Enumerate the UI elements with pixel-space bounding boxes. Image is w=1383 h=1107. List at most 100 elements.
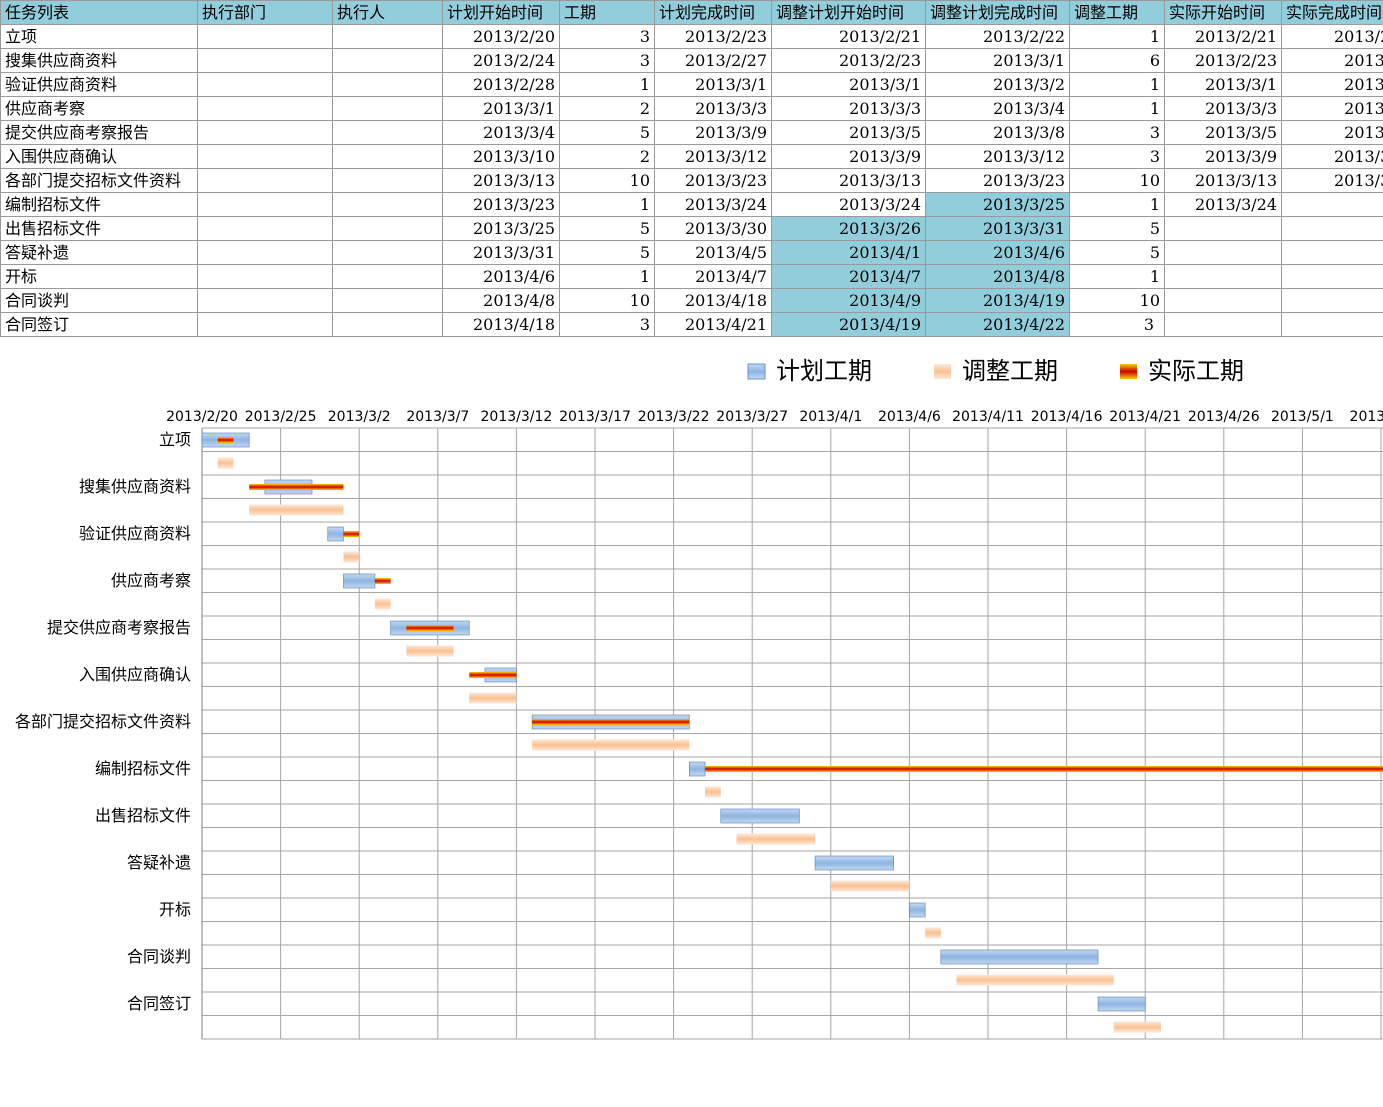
cell-adj-start[interactable]: 2013/3/1 — [771, 72, 926, 97]
cell-duration[interactable]: 3 — [559, 48, 655, 73]
cell-adj-start[interactable]: 2013/3/9 — [771, 144, 926, 169]
cell-adj-duration[interactable]: 3 — [1069, 312, 1165, 337]
cell-task[interactable]: 供应商考察 — [0, 96, 198, 121]
cell-adj-duration[interactable]: 10 — [1069, 168, 1165, 193]
column-header[interactable]: 任务列表 — [0, 0, 198, 25]
column-header[interactable]: 调整计划开始时间 — [771, 0, 926, 25]
cell-dept[interactable] — [197, 168, 333, 193]
cell-owner[interactable] — [332, 288, 443, 313]
column-header[interactable]: 实际完成时间 — [1281, 0, 1383, 25]
cell-adj-start[interactable]: 2013/3/24 — [771, 192, 926, 217]
column-header[interactable]: 执行人 — [332, 0, 443, 25]
cell-adj-start[interactable]: 2013/3/26 — [771, 216, 926, 241]
cell-act-start[interactable]: 2013/2/21 — [1164, 24, 1282, 49]
column-header[interactable]: 工期 — [559, 0, 655, 25]
cell-plan-end[interactable]: 2013/4/18 — [654, 288, 772, 313]
cell-duration[interactable]: 1 — [559, 264, 655, 289]
cell-adj-end[interactable]: 2013/3/4 — [925, 96, 1070, 121]
cell-dept[interactable] — [197, 48, 333, 73]
cell-task[interactable]: 出售招标文件 — [0, 216, 198, 241]
cell-owner[interactable] — [332, 264, 443, 289]
cell-adj-start[interactable]: 2013/3/5 — [771, 120, 926, 145]
cell-act-end[interactable] — [1281, 192, 1383, 217]
cell-adj-end[interactable]: 2013/4/8 — [925, 264, 1070, 289]
cell-plan-start[interactable]: 2013/3/31 — [442, 240, 560, 265]
cell-plan-start[interactable]: 2013/4/6 — [442, 264, 560, 289]
cell-act-start[interactable] — [1164, 240, 1282, 265]
cell-owner[interactable] — [332, 48, 443, 73]
cell-plan-end[interactable]: 2013/3/3 — [654, 96, 772, 121]
cell-plan-start[interactable]: 2013/2/28 — [442, 72, 560, 97]
cell-task[interactable]: 开标 — [0, 264, 198, 289]
cell-plan-end[interactable]: 2013/4/21 — [654, 312, 772, 337]
cell-plan-end[interactable]: 2013/3/24 — [654, 192, 772, 217]
cell-dept[interactable] — [197, 288, 333, 313]
cell-act-end[interactable]: 2013/3/1 — [1281, 48, 1383, 73]
cell-adj-end[interactable]: 2013/3/12 — [925, 144, 1070, 169]
cell-act-end[interactable] — [1281, 216, 1383, 241]
cell-adj-end[interactable]: 2013/3/8 — [925, 120, 1070, 145]
cell-task[interactable]: 提交供应商考察报告 — [0, 120, 198, 145]
cell-adj-end[interactable]: 2013/4/6 — [925, 240, 1070, 265]
cell-owner[interactable] — [332, 240, 443, 265]
cell-adj-end[interactable]: 2013/3/31 — [925, 216, 1070, 241]
cell-adj-start[interactable]: 2013/3/3 — [771, 96, 926, 121]
cell-act-start[interactable]: 2013/3/13 — [1164, 168, 1282, 193]
cell-adj-end[interactable]: 2013/3/1 — [925, 48, 1070, 73]
cell-duration[interactable]: 10 — [559, 168, 655, 193]
cell-owner[interactable] — [332, 192, 443, 217]
cell-plan-end[interactable]: 2013/3/23 — [654, 168, 772, 193]
cell-task[interactable]: 验证供应商资料 — [0, 72, 198, 97]
cell-plan-start[interactable]: 2013/3/4 — [442, 120, 560, 145]
cell-adj-start[interactable]: 2013/3/13 — [771, 168, 926, 193]
cell-task[interactable]: 搜集供应商资料 — [0, 48, 198, 73]
cell-task[interactable]: 立项 — [0, 24, 198, 49]
cell-act-start[interactable]: 2013/2/23 — [1164, 48, 1282, 73]
cell-adj-duration[interactable]: 3 — [1069, 144, 1165, 169]
cell-plan-end[interactable]: 2013/4/7 — [654, 264, 772, 289]
cell-duration[interactable]: 3 — [559, 24, 655, 49]
cell-dept[interactable] — [197, 240, 333, 265]
cell-act-end[interactable]: 2013/3/2 — [1281, 72, 1383, 97]
cell-plan-start[interactable]: 2013/2/24 — [442, 48, 560, 73]
cell-act-end[interactable] — [1281, 240, 1383, 265]
cell-owner[interactable] — [332, 72, 443, 97]
cell-adj-duration[interactable]: 1 — [1069, 24, 1165, 49]
cell-dept[interactable] — [197, 72, 333, 97]
cell-owner[interactable] — [332, 24, 443, 49]
cell-act-end[interactable]: 2013/3/23 — [1281, 168, 1383, 193]
cell-task[interactable]: 答疑补遗 — [0, 240, 198, 265]
cell-adj-end[interactable]: 2013/3/25 — [925, 192, 1070, 217]
cell-dept[interactable] — [197, 312, 333, 337]
cell-task[interactable]: 各部门提交招标文件资料 — [0, 168, 198, 193]
cell-task[interactable]: 合同谈判 — [0, 288, 198, 313]
cell-duration[interactable]: 5 — [559, 120, 655, 145]
cell-duration[interactable]: 1 — [559, 192, 655, 217]
cell-adj-end[interactable]: 2013/2/22 — [925, 24, 1070, 49]
cell-owner[interactable] — [332, 168, 443, 193]
cell-act-start[interactable] — [1164, 264, 1282, 289]
cell-adj-start[interactable]: 2013/2/23 — [771, 48, 926, 73]
cell-adj-start[interactable]: 2013/2/21 — [771, 24, 926, 49]
cell-duration[interactable]: 1 — [559, 72, 655, 97]
cell-task[interactable]: 合同签订 — [0, 312, 198, 337]
cell-adj-end[interactable]: 2013/4/22 — [925, 312, 1070, 337]
cell-adj-duration[interactable]: 1 — [1069, 264, 1165, 289]
cell-duration[interactable]: 5 — [559, 216, 655, 241]
column-header[interactable]: 实际开始时间 — [1164, 0, 1282, 25]
cell-plan-start[interactable]: 2013/3/13 — [442, 168, 560, 193]
cell-dept[interactable] — [197, 144, 333, 169]
cell-adj-duration[interactable]: 1 — [1069, 96, 1165, 121]
cell-plan-end[interactable]: 2013/2/27 — [654, 48, 772, 73]
column-header[interactable]: 执行部门 — [197, 0, 333, 25]
cell-adj-duration[interactable]: 10 — [1069, 288, 1165, 313]
cell-adj-end[interactable]: 2013/3/2 — [925, 72, 1070, 97]
cell-owner[interactable] — [332, 96, 443, 121]
cell-act-start[interactable]: 2013/3/9 — [1164, 144, 1282, 169]
cell-adj-duration[interactable]: 6 — [1069, 48, 1165, 73]
cell-adj-duration[interactable]: 5 — [1069, 240, 1165, 265]
cell-act-start[interactable]: 2013/3/5 — [1164, 120, 1282, 145]
cell-duration[interactable]: 2 — [559, 96, 655, 121]
cell-act-end[interactable]: 2013/3/8 — [1281, 120, 1383, 145]
cell-act-end[interactable]: 2013/3/12 — [1281, 144, 1383, 169]
